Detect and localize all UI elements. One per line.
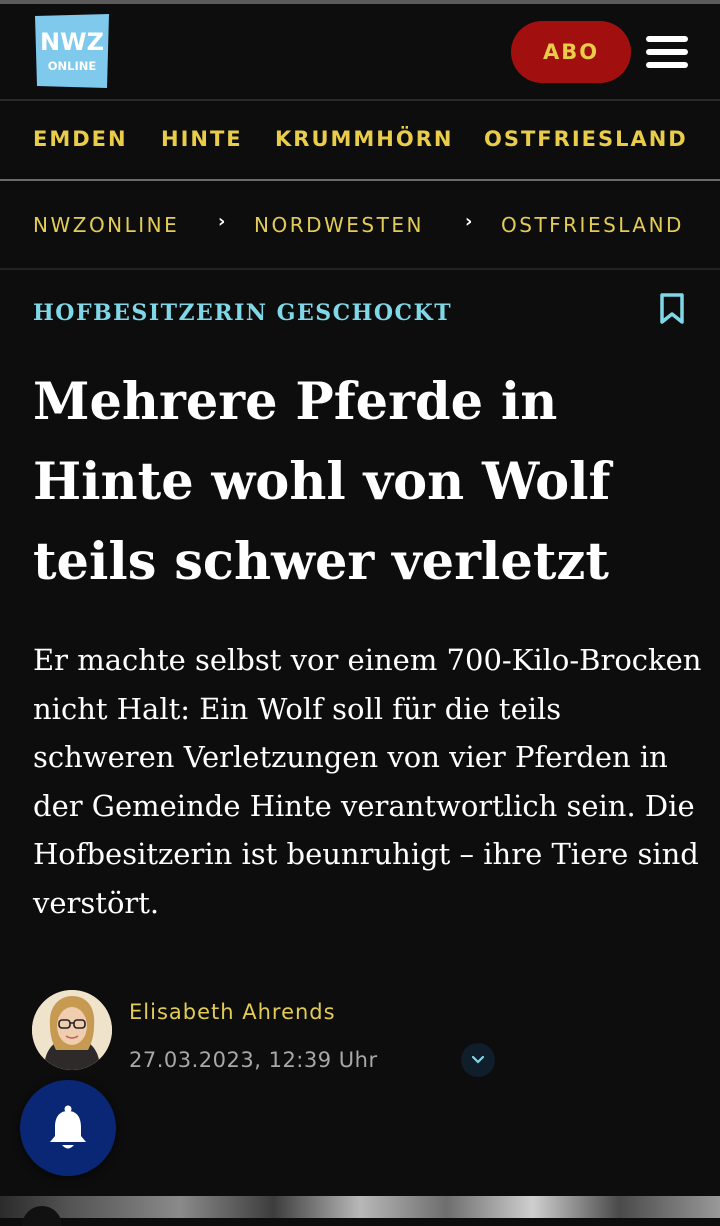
site-header: NWZ ONLINE ABO bbox=[0, 4, 720, 100]
logo-text-online: ONLINE bbox=[48, 59, 97, 73]
hamburger-menu-icon[interactable] bbox=[646, 36, 688, 72]
article-teaser: Er machte selbst vor einem 700-Kilo-Broc… bbox=[33, 643, 702, 920]
bell-icon bbox=[50, 1105, 86, 1149]
abo-button[interactable]: ABO bbox=[511, 21, 631, 83]
nav-item-hinte[interactable]: HINTE bbox=[161, 127, 243, 151]
article-headline: Mehrere Pferde in Hinte wohl von Wolf te… bbox=[33, 372, 611, 592]
author-name[interactable]: Elisabeth Ahrends bbox=[129, 1000, 336, 1024]
chevron-graphic bbox=[471, 1055, 485, 1064]
avatar-image bbox=[32, 990, 112, 1070]
breadcrumb-nordwesten[interactable]: NORDWESTEN bbox=[254, 213, 424, 237]
logo-text-nwz: NWZ bbox=[40, 28, 104, 56]
breadcrumb-separator: › bbox=[218, 211, 226, 232]
breadcrumb-divider bbox=[0, 268, 720, 270]
article-kicker: HOFBESITZERIN GESCHOCKT bbox=[33, 300, 453, 326]
nav-item-emden[interactable]: EMDEN bbox=[33, 127, 128, 151]
chevron-down-icon[interactable] bbox=[461, 1043, 495, 1077]
bookmark-graphic bbox=[660, 293, 684, 324]
menu-bar bbox=[646, 36, 688, 42]
logo-graphic: NWZ ONLINE bbox=[35, 14, 109, 88]
nwz-logo[interactable]: NWZ ONLINE bbox=[35, 14, 109, 88]
menu-bar bbox=[646, 62, 688, 68]
breadcrumb-nwzonline[interactable]: NWZONLINE bbox=[33, 213, 179, 237]
author-avatar[interactable] bbox=[32, 990, 112, 1070]
breadcrumb: NWZONLINE › NORDWESTEN › OSTFRIESLAND bbox=[0, 181, 720, 267]
notification-bell-button[interactable] bbox=[20, 1080, 116, 1176]
region-nav: EMDEN HINTE KRUMMHÖRN OSTFRIESLAND bbox=[0, 101, 720, 179]
breadcrumb-separator: › bbox=[465, 211, 473, 232]
nav-item-krummhoern[interactable]: KRUMMHÖRN bbox=[275, 127, 453, 151]
menu-bar bbox=[646, 49, 688, 55]
bookmark-icon[interactable] bbox=[658, 292, 686, 326]
publish-date: 27.03.2023, 12:39 Uhr bbox=[129, 1048, 378, 1072]
breadcrumb-ostfriesland[interactable]: OSTFRIESLAND bbox=[501, 213, 684, 237]
nav-item-ostfriesland[interactable]: OSTFRIESLAND bbox=[484, 127, 688, 151]
article-image-preview bbox=[0, 1196, 720, 1218]
